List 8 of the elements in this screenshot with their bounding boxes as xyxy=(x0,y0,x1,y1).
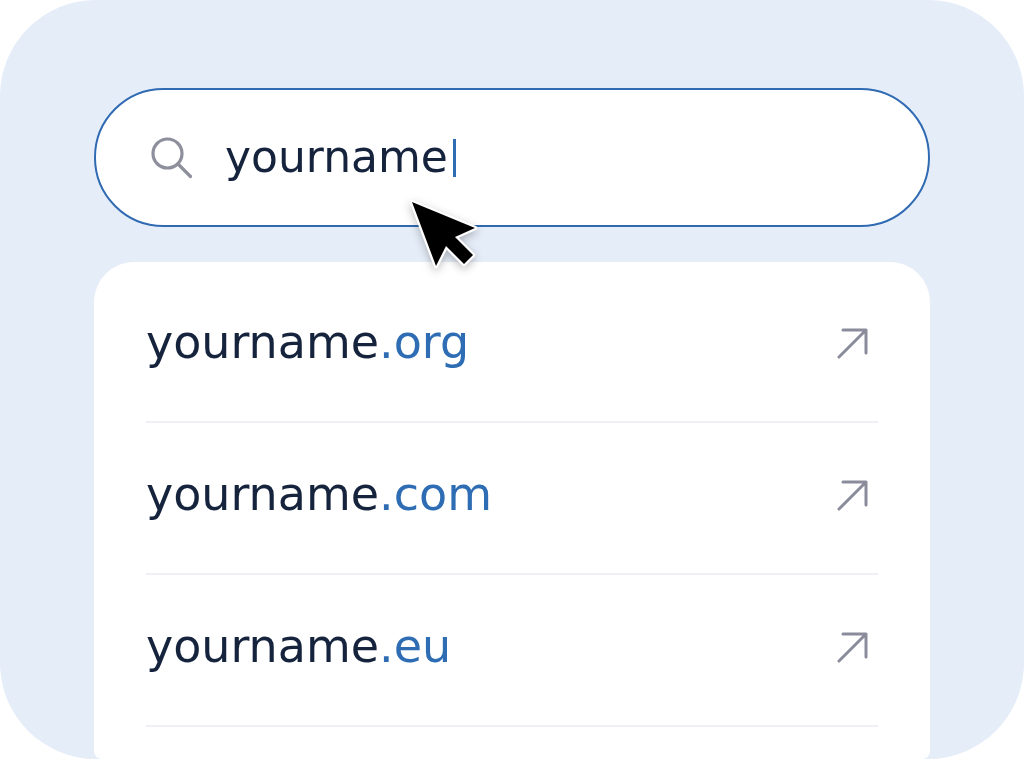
arrow-up-right-icon[interactable] xyxy=(837,327,868,359)
domain-suggestion[interactable]: yourname.com xyxy=(146,467,492,523)
arrow-up-right-icon[interactable] xyxy=(837,479,868,511)
domain-suggestion[interactable]: yourname.eu xyxy=(146,619,452,675)
arrow-up-right-icon[interactable] xyxy=(837,631,868,663)
search-icon xyxy=(150,136,193,179)
domain-suggestion[interactable]: yourname.org xyxy=(146,315,470,371)
search-field[interactable]: yourname xyxy=(94,88,930,227)
